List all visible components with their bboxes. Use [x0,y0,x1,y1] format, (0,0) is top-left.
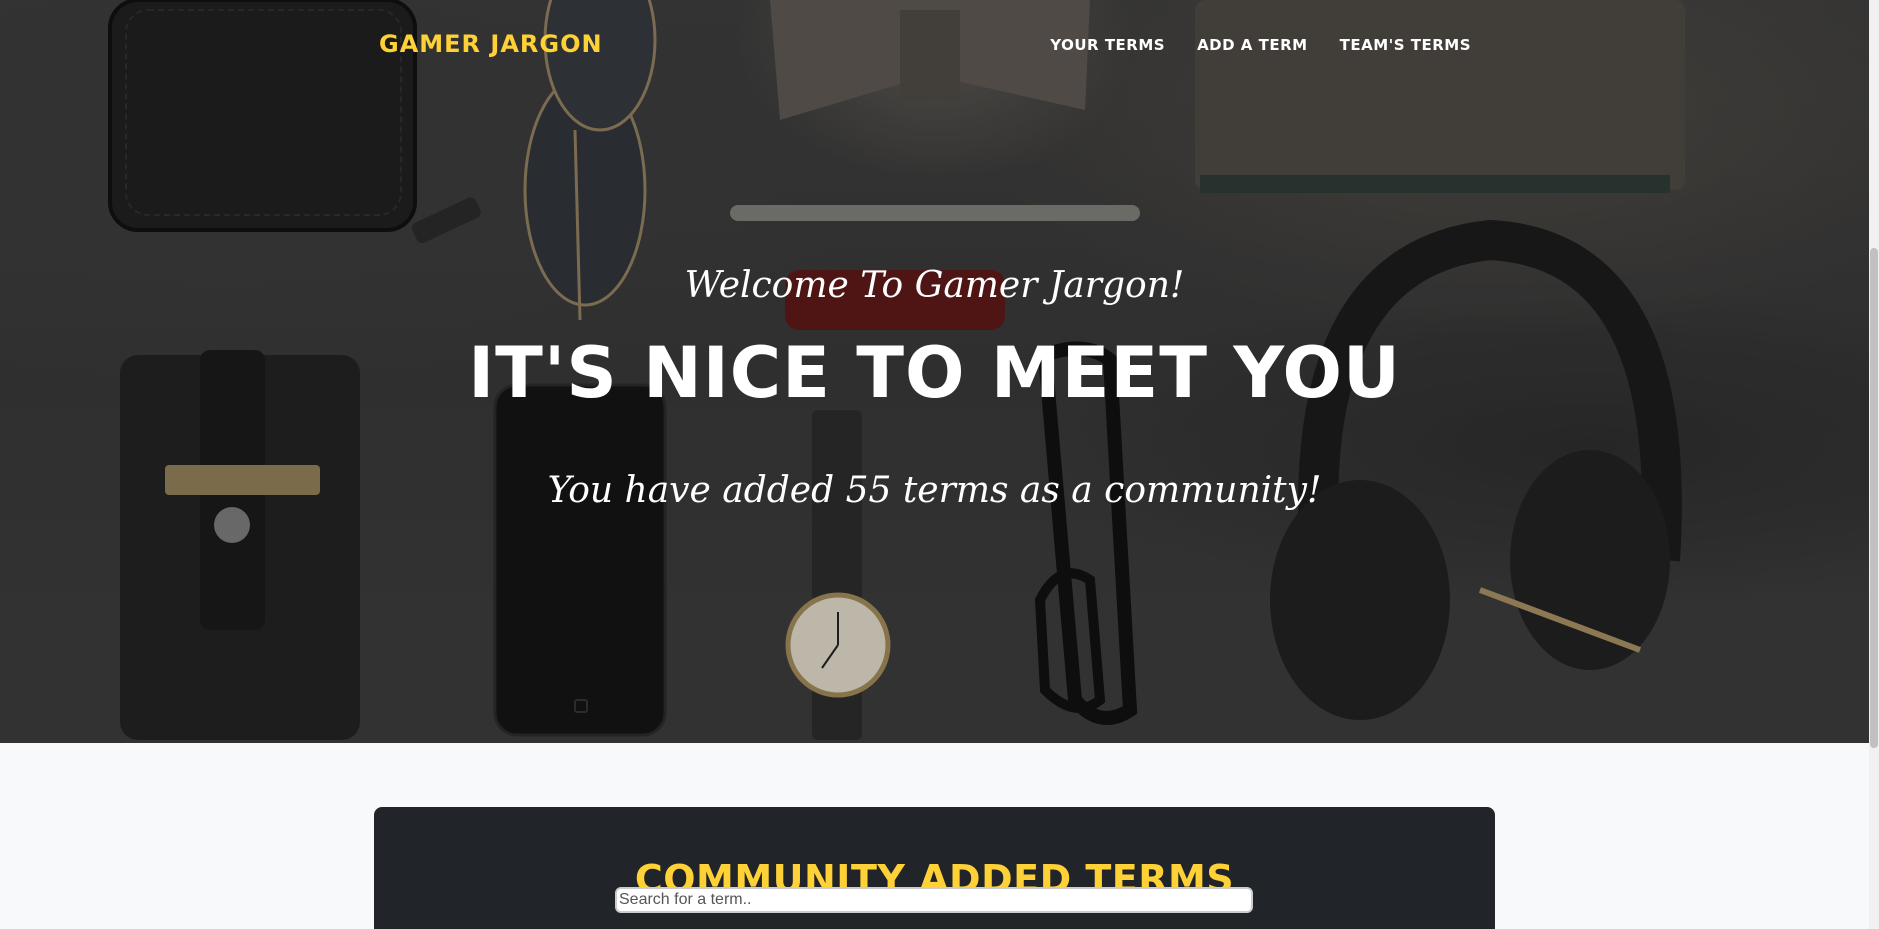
hero-heading: IT'S NICE TO MEET YOU [468,332,1401,414]
community-terms-panel: COMMUNITY ADDED TERMS [374,807,1495,929]
hero-lead-in: Welcome To Gamer Jargon! [684,265,1185,306]
hero-term-count: You have added 55 terms as a community! [547,470,1322,511]
brand-logo-link[interactable]: GAMER JARGON [379,30,603,58]
page-scrollbar-thumb[interactable] [1870,248,1878,748]
nav-link-add-a-term[interactable]: ADD A TERM [1197,36,1308,54]
nav-link-teams-terms[interactable]: TEAM'S TERMS [1340,36,1471,54]
term-search-input[interactable] [615,887,1253,913]
page: GAMER JARGON YOUR TERMS ADD A TERM TEAM'… [0,0,1879,929]
main-nav: YOUR TERMS ADD A TERM TEAM'S TERMS [1050,36,1471,54]
page-scrollbar-track[interactable] [1869,0,1879,929]
hero-section: GAMER JARGON YOUR TERMS ADD A TERM TEAM'… [0,0,1869,743]
nav-link-your-terms[interactable]: YOUR TERMS [1050,36,1165,54]
